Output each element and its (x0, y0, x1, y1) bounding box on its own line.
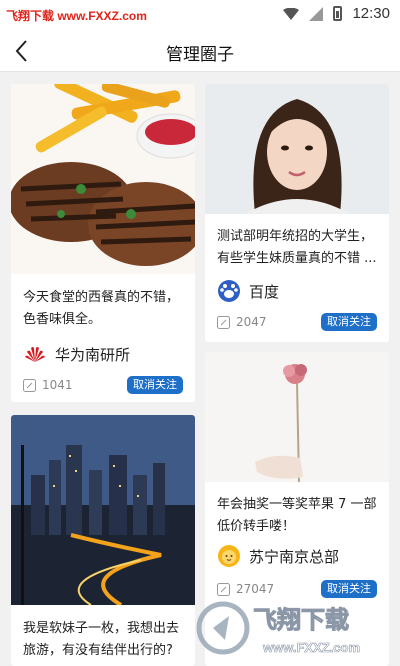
post-text: 测试部明年统招的大学生，有些学生妹质量真的不错 ... (217, 229, 377, 266)
watermark-main-text: 飞翔下载 (253, 606, 349, 634)
unfollow-button[interactable]: 取消关注 (127, 376, 183, 394)
status-bar: 飞翔下载 www.FXXZ.com 12:30 (0, 0, 400, 30)
post-meta: 2047 (217, 315, 267, 329)
post-image-portrait (205, 84, 389, 214)
page-title: 管理圈子 (166, 45, 234, 65)
author-row[interactable]: 百度 (217, 279, 279, 303)
post-card[interactable]: 我是软妹子一枚，我想出去旅游，有没有结伴出行的? (11, 415, 195, 666)
post-text: 年会抽奖一等奖苹果 7 一部低价转手喽！ (217, 497, 377, 534)
author-name: 百度 (249, 282, 280, 301)
post-image-food (11, 84, 195, 274)
post-image-flower (205, 352, 389, 482)
signal-icon (309, 6, 324, 21)
author-name: 苏宁南京总部 (249, 547, 340, 566)
wifi-icon (283, 7, 300, 20)
post-image-city (11, 415, 195, 605)
edit-icon (23, 378, 36, 392)
unfollow-button[interactable]: 取消关注 (321, 313, 377, 331)
post-count: 1041 (42, 378, 73, 392)
battery-icon (333, 6, 343, 21)
post-count: 2047 (236, 315, 267, 329)
watermark-logo: 飞翔下载 www.FXXZ.com (196, 601, 360, 655)
watermark-url-text: www.FXXZ.com (262, 640, 360, 655)
post-meta: 1041 (23, 378, 73, 392)
clock: 12:30 (352, 5, 390, 22)
huawei-logo-icon (25, 347, 45, 362)
baidu-logo-icon (218, 280, 240, 302)
post-card[interactable]: 测试部明年统招的大学生，有些学生妹质量真的不错 ... 百度 2047 取消关注 (205, 84, 389, 342)
post-text: 我是软妹子一枚，我想出去旅游，有没有结伴出行的? (23, 621, 180, 658)
post-text: 今天食堂的西餐真的不错，色香味俱全。 (23, 290, 180, 327)
author-name: 华为南研所 (55, 345, 131, 364)
status-icons: 12:30 (283, 5, 390, 22)
title-bar: 管理圈子 (0, 30, 400, 72)
post-card[interactable]: 今天食堂的西餐真的不错，色香味俱全。 华为南研所 1041 取消关注 (11, 84, 195, 402)
watermark-text: 飞翔下载 www.FXXZ.com (6, 9, 147, 23)
suning-lion-logo-icon (218, 545, 240, 567)
author-row[interactable]: 苏宁南京总部 (217, 544, 339, 568)
author-row[interactable]: 华为南研所 (23, 342, 130, 366)
edit-icon (217, 315, 230, 329)
